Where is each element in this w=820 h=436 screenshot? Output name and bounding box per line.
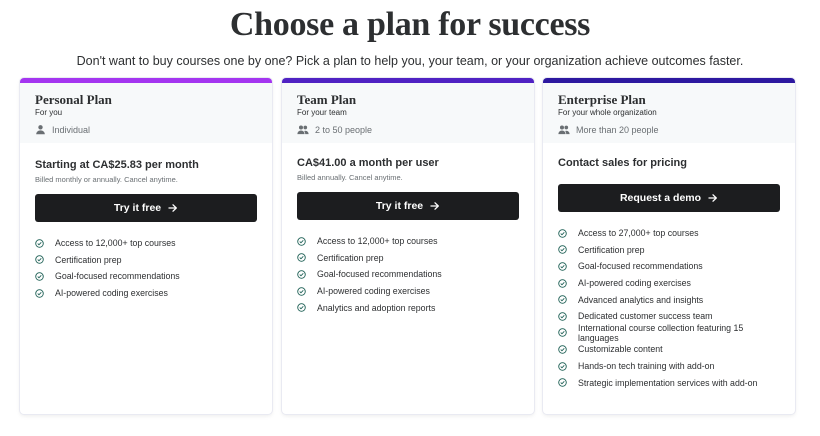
arrow-right-icon	[430, 202, 440, 210]
plan-header: Enterprise Plan For your whole organizat…	[543, 83, 795, 143]
button-label: Try it free	[375, 200, 424, 212]
feature-item: Certification prep	[297, 250, 519, 267]
plan-audience: For you	[35, 108, 63, 117]
check-circle-icon	[558, 278, 567, 288]
plan-name: Team Plan	[297, 92, 357, 107]
try-it-free-button[interactable]: Try it free	[297, 192, 519, 220]
feature-item: Goal-focused recommendations	[35, 268, 257, 285]
feature-item: Customizable content	[558, 341, 780, 358]
feature-item: Access to 12,000+ top courses	[297, 233, 519, 250]
feature-item: AI-powered coding exercises	[35, 285, 257, 302]
plan-billing-note: Billed monthly or annually. Cancel anyti…	[35, 175, 178, 184]
feature-label: Hands-on tech training with add-on	[578, 361, 715, 372]
plan-card-team: Team Plan For your team 2 to 50 people C…	[282, 78, 534, 414]
plan-header: Team Plan For your team 2 to 50 people	[282, 83, 534, 143]
check-circle-icon	[558, 312, 567, 321]
plan-header: Personal Plan For you Individual	[20, 83, 272, 143]
check-circle-icon	[35, 288, 44, 298]
feature-label: Analytics and adoption reports	[317, 302, 436, 313]
check-circle-icon	[558, 262, 567, 271]
try-it-free-button[interactable]: Try it free	[35, 194, 257, 222]
feature-label: Goal-focused recommendations	[578, 261, 703, 272]
button-label: Try it free	[113, 202, 162, 214]
button-label: Request a demo	[619, 192, 702, 204]
feature-label: AI-powered coding exercises	[578, 278, 691, 289]
feature-item: Hands-on tech training with add-on	[558, 358, 780, 375]
feature-item: Certification prep	[35, 252, 257, 269]
check-circle-icon	[558, 378, 567, 387]
plan-size-label: More than 20 people	[576, 124, 659, 135]
plans-grid: Personal Plan For you Individual Startin…	[20, 78, 795, 414]
feature-list: Access to 12,000+ top courses Certificat…	[297, 233, 519, 316]
plan-size: 2 to 50 people	[297, 124, 519, 135]
feature-label: AI-powered coding exercises	[55, 288, 168, 299]
request-demo-button[interactable]: Request a demo	[558, 184, 780, 212]
plan-card-enterprise: Enterprise Plan For your whole organizat…	[543, 78, 795, 414]
feature-label: Strategic implementation services with a…	[578, 377, 758, 388]
plan-name: Personal Plan	[35, 92, 112, 107]
feature-label: Goal-focused recommendations	[317, 269, 442, 280]
check-circle-icon	[297, 237, 306, 246]
plan-size-label: Individual	[52, 124, 91, 135]
feature-list: Access to 27,000+ top courses Certificat…	[558, 225, 780, 391]
check-circle-icon	[297, 270, 306, 279]
arrow-right-icon	[168, 204, 178, 212]
feature-label: Access to 27,000+ top courses	[578, 228, 699, 239]
people-icon	[558, 125, 570, 135]
feature-label: AI-powered coding exercises	[317, 286, 430, 297]
feature-label: Certification prep	[317, 252, 384, 263]
feature-item: Strategic implementation services with a…	[558, 374, 780, 391]
plan-size-label: 2 to 50 people	[315, 124, 373, 135]
feature-item: Goal-focused recommendations	[558, 258, 780, 275]
people-icon	[297, 125, 309, 135]
check-circle-icon	[35, 255, 44, 265]
plan-billing-note: Billed annually. Cancel anytime.	[297, 173, 403, 182]
feature-item: Goal-focused recommendations	[297, 266, 519, 283]
feature-label: Certification prep	[55, 254, 122, 265]
arrow-right-icon	[708, 194, 717, 202]
check-circle-icon	[558, 245, 567, 255]
check-circle-icon	[297, 253, 306, 263]
feature-item: Advanced analytics and insights	[558, 291, 780, 308]
feature-label: Access to 12,000+ top courses	[317, 236, 438, 247]
feature-item: Certification prep	[558, 242, 780, 259]
check-circle-icon	[297, 286, 306, 296]
plan-audience: For your team	[297, 108, 347, 117]
check-circle-icon	[558, 361, 567, 371]
feature-item: AI-powered coding exercises	[558, 275, 780, 292]
feature-item: Analytics and adoption reports	[297, 299, 519, 316]
feature-label: International course collection featurin…	[578, 322, 744, 343]
feature-label: Dedicated customer success team	[578, 311, 713, 322]
plan-size: More than 20 people	[558, 124, 780, 135]
feature-label: Access to 12,000+ top courses	[55, 238, 176, 249]
page-title: Choose a plan for success	[229, 6, 591, 43]
feature-item: International course collection featurin…	[558, 322, 780, 343]
feature-label: Certification prep	[578, 244, 645, 255]
plan-price: CA$41.00 a month per user	[297, 157, 439, 169]
feature-label: Advanced analytics and insights	[578, 294, 704, 305]
person-icon	[36, 125, 45, 135]
check-circle-icon	[297, 303, 306, 312]
check-circle-icon	[558, 229, 567, 238]
check-circle-icon	[35, 272, 44, 281]
feature-label: Goal-focused recommendations	[55, 271, 180, 282]
plan-price: Contact sales for pricing	[558, 157, 687, 169]
check-circle-icon	[558, 328, 567, 338]
feature-item: Access to 27,000+ top courses	[558, 225, 780, 242]
feature-list: Access to 12,000+ top courses Certificat…	[35, 235, 257, 301]
plan-size: Individual	[35, 124, 257, 135]
feature-item: AI-powered coding exercises	[297, 283, 519, 300]
page-subtitle: Don't want to buy courses one by one? Pi…	[76, 54, 744, 68]
check-circle-icon	[558, 295, 567, 304]
plan-name: Enterprise Plan	[558, 92, 646, 107]
feature-label: Customizable content	[578, 344, 663, 355]
feature-item: Access to 12,000+ top courses	[35, 235, 257, 252]
check-circle-icon	[558, 345, 567, 354]
check-circle-icon	[35, 239, 44, 248]
plan-card-personal: Personal Plan For you Individual Startin…	[20, 78, 272, 414]
plan-price: Starting at CA$25.83 per month	[35, 159, 199, 171]
plan-audience: For your whole organization	[558, 108, 657, 117]
